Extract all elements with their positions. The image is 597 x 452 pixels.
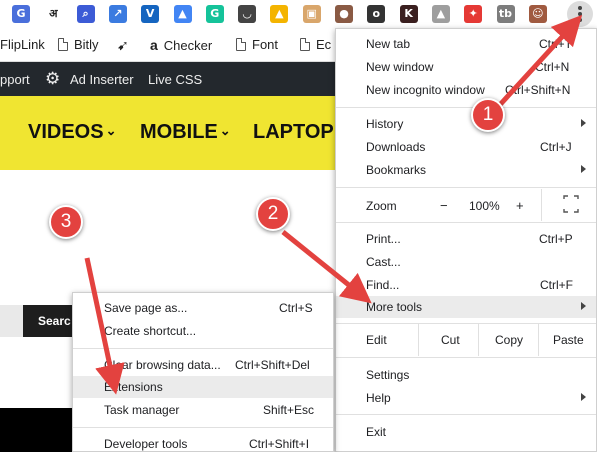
annotation-badge-1: 1 <box>471 98 505 132</box>
annotation-badge-3: 3 <box>49 205 83 239</box>
arrow-to-extensions <box>84 257 125 395</box>
arrow-to-more-tools <box>281 230 372 304</box>
arrow-to-menu-button <box>495 14 583 110</box>
annotation-badge-2: 2 <box>256 197 290 231</box>
annotation-arrows <box>84 14 583 395</box>
